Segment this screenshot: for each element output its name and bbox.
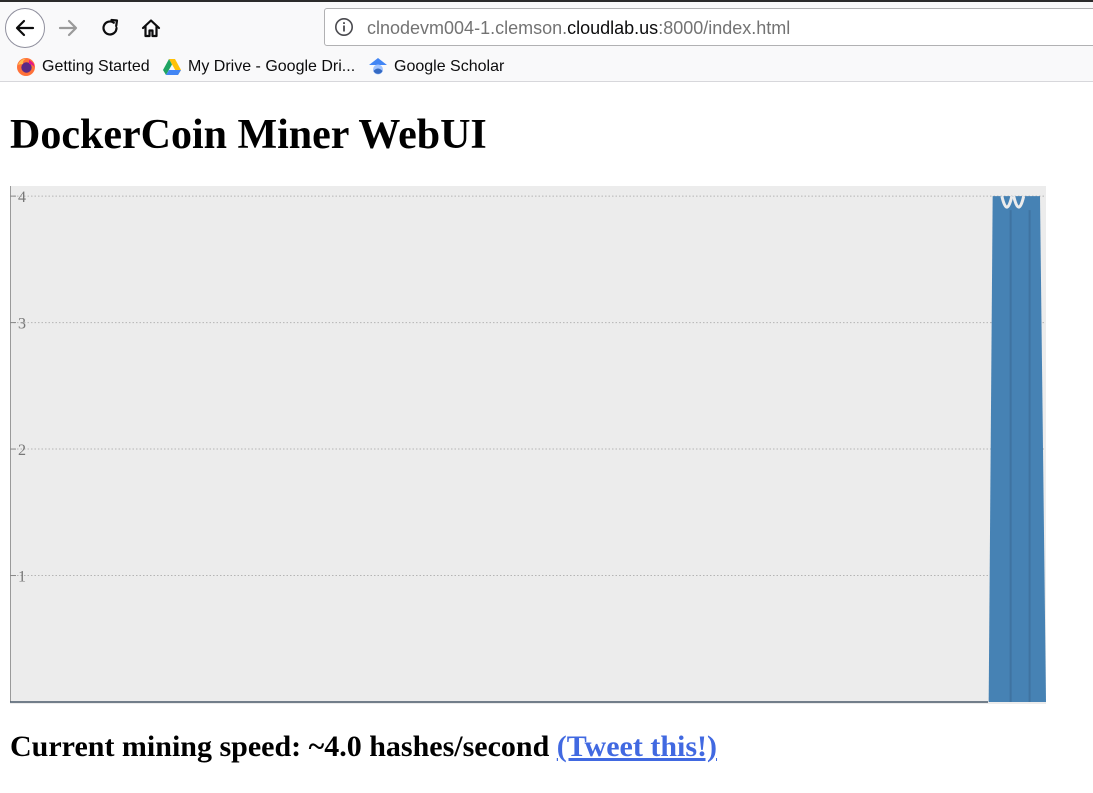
reload-button[interactable] [90,8,130,48]
google-scholar-icon [369,58,387,75]
url-bar[interactable]: clnodevm004-1.clemson.cloudlab.us:8000/i… [324,8,1093,46]
back-button[interactable] [5,8,45,48]
url-domain: cloudlab.us [567,18,659,38]
bookmark-getting-started[interactable]: Getting Started [16,56,150,78]
forward-arrow-icon [58,19,78,37]
bookmarks-toolbar: Getting Started My Drive - Google Dri...… [0,52,1093,82]
browser-toolbar: clnodevm004-1.clemson.cloudlab.us:8000/i… [0,0,1093,52]
url-text[interactable]: clnodevm004-1.clemson.cloudlab.us:8000/i… [367,17,790,39]
bookmark-my-drive[interactable]: My Drive - Google Dri... [162,56,355,78]
firefox-icon [17,58,35,76]
mining-speed-text: Current mining speed: ~4.0 hashes/second… [10,727,717,767]
chart-background [10,186,1046,704]
url-prefix: clnodevm004-1.clemson. [367,18,568,38]
hash-rate-area [988,196,1046,702]
google-drive-icon [163,59,181,75]
page-title: DockerCoin Miner WebUI [10,112,487,158]
tweet-this-link[interactable]: (Tweet this!) [557,730,717,763]
y-tick-label: 3 [18,316,26,333]
reload-icon [102,18,119,36]
forward-button[interactable] [48,8,88,48]
url-suffix: :8000/index.html [658,18,791,38]
bookmark-label: Getting Started [42,58,150,75]
mining-speed-label: Current mining speed: ~4.0 hashes/second [10,730,557,763]
home-button[interactable] [131,8,171,48]
hash-rate-chart: 1 2 3 4 [10,186,1046,704]
y-tick-label: 2 [18,442,26,459]
bookmark-label: Google Scholar [394,58,505,75]
info-icon[interactable] [334,17,354,37]
bookmark-google-scholar[interactable]: Google Scholar [368,56,504,78]
y-tick-label: 4 [18,189,26,206]
home-icon [141,19,161,38]
y-tick-label: 1 [18,569,26,586]
back-arrow-icon [15,19,35,37]
bookmark-label: My Drive - Google Dri... [188,58,356,75]
